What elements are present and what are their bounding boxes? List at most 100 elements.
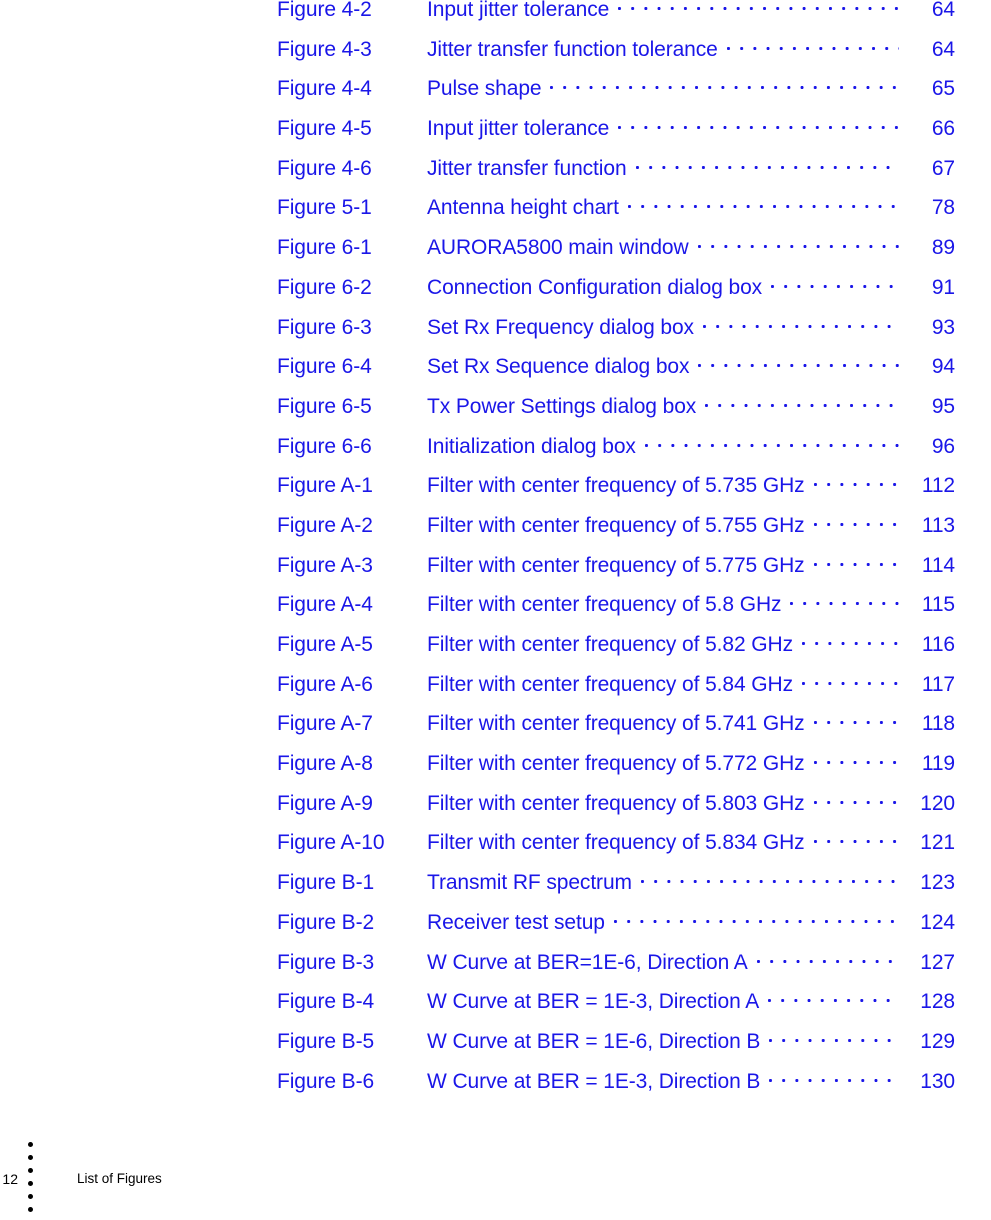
- figure-entry-title[interactable]: W Curve at BER = 1E-3, Direction A: [427, 982, 768, 1022]
- figure-entry-page-number[interactable]: 95: [899, 387, 955, 427]
- figure-list-entry[interactable]: Figure B-5 W Curve at BER = 1E-6, Directi…: [0, 1022, 991, 1062]
- figure-entry-title[interactable]: Filter with center frequency of 5.735 GH…: [427, 466, 814, 506]
- figure-list-entry[interactable]: Figure 6-2 Connection Configuration dialo…: [0, 268, 991, 308]
- figure-entry-page-number[interactable]: 130: [899, 1062, 955, 1102]
- figure-entry-page-number[interactable]: 128: [899, 982, 955, 1022]
- figure-list-entry[interactable]: Figure B-1 Transmit RF spectrum 123: [0, 863, 991, 903]
- figure-entry-page-number[interactable]: 64: [899, 0, 955, 30]
- figure-entry-title[interactable]: Filter with center frequency of 5.772 GH…: [427, 744, 814, 784]
- figure-entry-page-number[interactable]: 118: [899, 704, 955, 744]
- figure-entry-title[interactable]: Input jitter tolerance: [427, 109, 618, 149]
- figure-entry-title[interactable]: Filter with center frequency of 5.84 GHz: [427, 665, 802, 705]
- figure-entry-title[interactable]: Receiver test setup: [427, 903, 614, 943]
- figure-entry-page-number[interactable]: 94: [899, 347, 955, 387]
- figure-entry-label: Figure A-1: [277, 474, 373, 498]
- figure-list-entry[interactable]: Figure B-2 Receiver test setup 124: [0, 903, 991, 943]
- figure-entry-label: Figure 5-1: [277, 196, 372, 220]
- figure-list-entry[interactable]: Figure 4-3 Jitter transfer function toler…: [0, 30, 991, 70]
- figure-list-entry[interactable]: Figure A-4 Filter with center frequency o…: [0, 585, 991, 625]
- figure-entry-title[interactable]: Filter with center frequency of 5.82 GHz: [427, 625, 802, 665]
- figure-entry-page-number[interactable]: 123: [899, 863, 955, 903]
- figure-entry-title[interactable]: Pulse shape: [427, 69, 550, 109]
- figure-entry-title[interactable]: Filter with center frequency of 5.755 GH…: [427, 506, 814, 546]
- figure-entry-title[interactable]: AURORA5800 main window: [427, 228, 698, 268]
- figure-list-entry[interactable]: Figure A-9 Filter with center frequency o…: [0, 784, 991, 824]
- figure-entry-title[interactable]: Jitter transfer function tolerance: [427, 30, 727, 70]
- figure-entry-line: W Curve at BER = 1E-3, Direction A 128: [427, 982, 955, 1022]
- figure-list-entry[interactable]: Figure A-6 Filter with center frequency o…: [0, 665, 991, 705]
- footer-dot: [28, 1168, 33, 1173]
- figure-entry-page-number[interactable]: 67: [899, 149, 955, 189]
- figure-entry-title[interactable]: W Curve at BER=1E-6, Direction A: [427, 943, 757, 983]
- figure-entry-line: Filter with center frequency of 5.8 GHz 1…: [427, 585, 955, 625]
- figure-entry-title[interactable]: Filter with center frequency of 5.8 GHz: [427, 585, 790, 625]
- figure-list-entry[interactable]: Figure 6-5 Tx Power Settings dialog box 95: [0, 387, 991, 427]
- figure-list-entry[interactable]: Figure 5-1 Antenna height chart 78: [0, 188, 991, 228]
- figure-list-entry[interactable]: Figure 6-6 Initialization dialog box 96: [0, 427, 991, 467]
- figure-entry-page-number[interactable]: 93: [899, 308, 955, 348]
- figure-entry-title[interactable]: Filter with center frequency of 5.803 GH…: [427, 784, 814, 824]
- figure-list-entry[interactable]: Figure B-6 W Curve at BER = 1E-3, Directi…: [0, 1062, 991, 1102]
- figure-list-entry[interactable]: Figure 4-6 Jitter transfer function 67: [0, 149, 991, 189]
- figure-list-entry[interactable]: Figure A-1 Filter with center frequency o…: [0, 466, 991, 506]
- figure-entry-title[interactable]: Connection Configuration dialog box: [427, 268, 771, 308]
- figure-list-entry[interactable]: Figure A-7 Filter with center frequency o…: [0, 704, 991, 744]
- list-of-figures: Figure 4-2 Input jitter tolerance 64 Figure…: [0, 0, 991, 1101]
- figure-entry-page-number[interactable]: 129: [899, 1022, 955, 1062]
- figure-list-entry[interactable]: Figure 6-4 Set Rx Sequence dialog box 94: [0, 347, 991, 387]
- figure-list-entry[interactable]: Figure A-3 Filter with center frequency o…: [0, 546, 991, 586]
- figure-entry-page-number[interactable]: 116: [899, 625, 955, 665]
- figure-list-entry[interactable]: Figure 4-2 Input jitter tolerance 64: [0, 0, 991, 30]
- figure-entry-title[interactable]: Tx Power Settings dialog box: [427, 387, 705, 427]
- figure-entry-title[interactable]: Initialization dialog box: [427, 427, 645, 467]
- figure-list-entry[interactable]: Figure A-2 Filter with center frequency o…: [0, 506, 991, 546]
- figure-entry-page-number[interactable]: 66: [899, 109, 955, 149]
- figure-entry-title[interactable]: Filter with center frequency of 5.834 GH…: [427, 823, 814, 863]
- dot-leader: [802, 630, 899, 651]
- dot-leader: [813, 551, 899, 572]
- figure-entry-page-number[interactable]: 96: [899, 427, 955, 467]
- figure-list-entry[interactable]: Figure B-3 W Curve at BER=1E-6, Direction…: [0, 943, 991, 983]
- figure-entry-page-number[interactable]: 119: [899, 744, 955, 784]
- figure-entry-title[interactable]: W Curve at BER = 1E-6, Direction B: [427, 1022, 769, 1062]
- figure-entry-page-number[interactable]: 120: [899, 784, 955, 824]
- figure-entry-title[interactable]: Filter with center frequency of 5.775 GH…: [427, 546, 814, 586]
- figure-entry-page-number[interactable]: 65: [899, 69, 955, 109]
- figure-list-entry[interactable]: Figure A-10 Filter with center frequency …: [0, 823, 991, 863]
- figure-entry-page-number[interactable]: 113: [899, 506, 955, 546]
- figure-entry-page-number[interactable]: 112: [899, 466, 955, 506]
- figure-entry-line: Filter with center frequency of 5.84 GHz…: [427, 665, 955, 705]
- figure-entry-title[interactable]: Filter with center frequency of 5.741 GH…: [427, 704, 814, 744]
- figure-entry-page-number[interactable]: 89: [899, 228, 955, 268]
- figure-entry-title[interactable]: Set Rx Sequence dialog box: [427, 347, 698, 387]
- figure-entry-title[interactable]: W Curve at BER = 1E-3, Direction B: [427, 1062, 769, 1102]
- figure-list-entry[interactable]: Figure B-4 W Curve at BER = 1E-3, Directi…: [0, 982, 991, 1022]
- figure-entry-title[interactable]: Input jitter tolerance: [427, 0, 618, 30]
- figure-entry-line: Set Rx Frequency dialog box 93: [427, 308, 955, 348]
- figure-entry-label: Figure A-2: [277, 513, 373, 537]
- figure-entry-page-number[interactable]: 114: [899, 546, 955, 586]
- footer-dot: [28, 1194, 33, 1199]
- figure-entry-page-number[interactable]: 115: [899, 585, 955, 625]
- figure-entry-page-number[interactable]: 78: [899, 188, 955, 228]
- figure-entry-title[interactable]: Antenna height chart: [427, 188, 628, 228]
- figure-list-entry[interactable]: Figure A-8 Filter with center frequency o…: [0, 744, 991, 784]
- figure-entry-title[interactable]: Jitter transfer function: [427, 149, 636, 189]
- figure-list-entry[interactable]: Figure 4-5 Input jitter tolerance 66: [0, 109, 991, 149]
- figure-list-entry[interactable]: Figure 6-3 Set Rx Frequency dialog box 93: [0, 308, 991, 348]
- figure-list-entry[interactable]: Figure A-5 Filter with center frequency o…: [0, 625, 991, 665]
- figure-entry-page-number[interactable]: 91: [899, 268, 955, 308]
- figure-entry-page-number[interactable]: 124: [899, 903, 955, 943]
- figure-list-entry[interactable]: Figure 4-4 Pulse shape 65: [0, 69, 991, 109]
- figure-entry-title[interactable]: Transmit RF spectrum: [427, 863, 641, 903]
- dot-leader: [771, 273, 899, 294]
- figure-entry-page-number[interactable]: 117: [899, 665, 955, 705]
- figure-entry-page-number[interactable]: 64: [899, 30, 955, 70]
- figure-entry-line: Input jitter tolerance 64: [427, 0, 955, 30]
- figure-list-entry[interactable]: Figure 6-1 AURORA5800 main window 89: [0, 228, 991, 268]
- figure-entry-title[interactable]: Set Rx Frequency dialog box: [427, 308, 703, 348]
- dot-leader: [635, 154, 899, 175]
- figure-entry-page-number[interactable]: 121: [899, 823, 955, 863]
- figure-entry-page-number[interactable]: 127: [899, 943, 955, 983]
- dot-leader: [697, 233, 899, 254]
